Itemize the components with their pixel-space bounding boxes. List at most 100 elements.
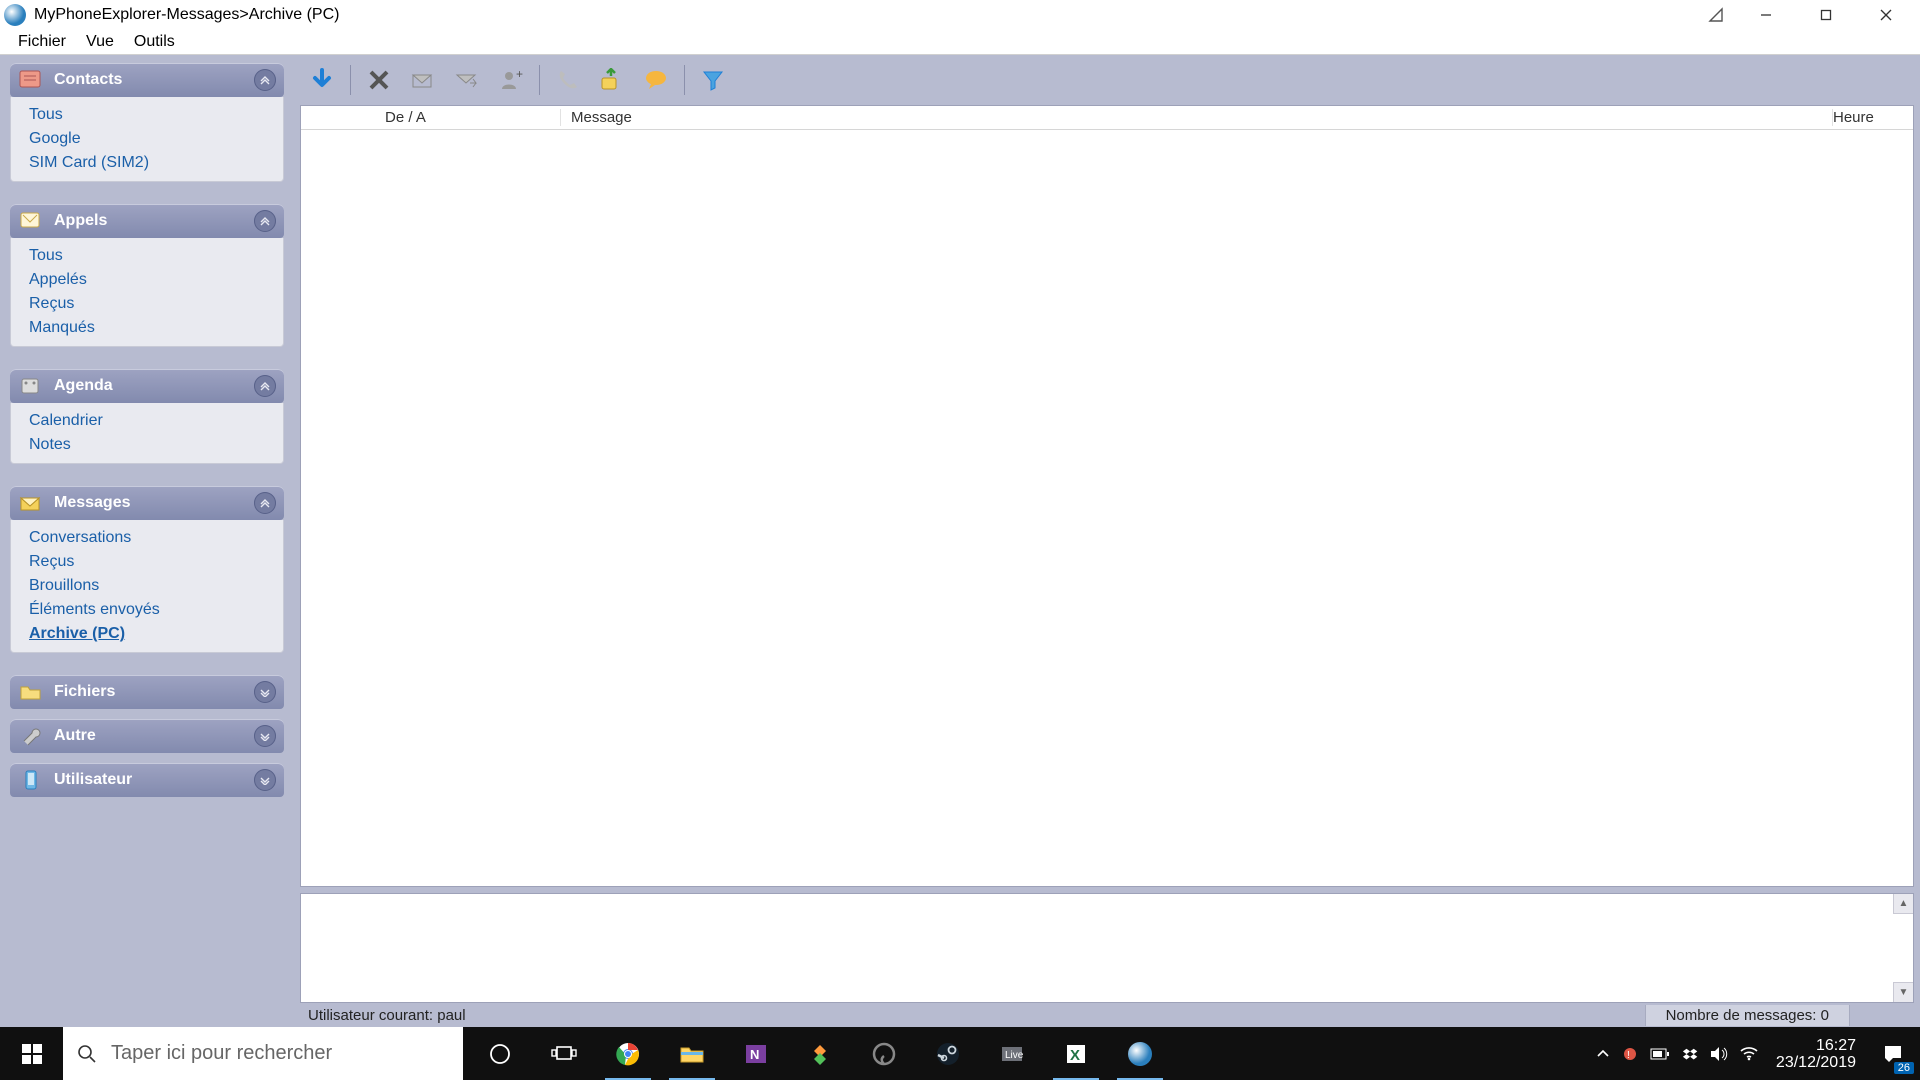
panel-header-other[interactable]: Autre [10,719,284,753]
window-maximize-button[interactable] [1796,0,1856,30]
task-cortana[interactable] [469,1027,531,1080]
menu-tools[interactable]: Outils [124,31,185,53]
wrench-icon [16,723,46,749]
add-contact-button[interactable]: + [493,62,529,98]
tray-volume-icon[interactable] [1710,1046,1728,1062]
svg-text:N: N [750,1047,759,1062]
status-user-value: paul [437,1007,465,1024]
panel-header-calls[interactable]: Appels [10,204,284,238]
task-excel[interactable]: X [1045,1027,1107,1080]
nav-calls-appeles[interactable]: Appelés [11,268,283,292]
menu-view[interactable]: Vue [76,31,124,53]
nav-msg-conversations[interactable]: Conversations [11,526,283,550]
messages-icon [16,490,46,516]
taskbar: Taper ici pour rechercher N Live X ! 16:… [0,1027,1920,1080]
window-close-button[interactable] [1856,0,1916,30]
calls-icon [16,208,46,234]
collapse-icon[interactable] [254,375,276,397]
title-app: MyPhoneExplorer [34,6,161,24]
panel-header-messages[interactable]: Messages [10,486,284,520]
nav-msg-recus[interactable]: Reçus [11,550,283,574]
collapse-icon[interactable] [254,492,276,514]
panel-calls: Appels Tous Appelés Reçus Manqués [10,204,284,347]
panel-header-agenda[interactable]: Agenda [10,369,284,403]
panel-header-user[interactable]: Utilisateur [10,763,284,797]
scroll-up-button[interactable]: ▲ [1893,894,1913,914]
folder-icon [16,679,46,705]
column-message[interactable]: Message [561,109,1833,126]
task-taskview[interactable] [533,1027,595,1080]
clock-time: 16:27 [1776,1037,1856,1054]
panel-files: Fichiers [10,675,284,709]
nav-msg-envoyes[interactable]: Éléments envoyés [11,598,283,622]
expand-icon[interactable] [254,725,276,747]
message-list[interactable]: De / A Message Heure [300,105,1914,887]
reply-button[interactable] [405,62,441,98]
panel-title: Utilisateur [54,771,132,789]
tray-chevron-icon[interactable] [1596,1047,1610,1061]
task-steam[interactable] [917,1027,979,1080]
menu-file[interactable]: Fichier [8,31,76,53]
system-tray[interactable]: ! [1588,1027,1766,1080]
clock-date: 23/12/2019 [1776,1054,1856,1071]
panel-header-contacts[interactable]: Contacts [10,63,284,97]
collapse-icon[interactable] [254,210,276,232]
expand-icon[interactable] [254,769,276,791]
tray-security-icon[interactable]: ! [1622,1046,1638,1062]
tray-battery-icon[interactable] [1650,1048,1670,1060]
nav-agenda-notes[interactable]: Notes [11,433,283,457]
agenda-icon [16,373,46,399]
search-icon [77,1044,97,1064]
taskbar-search[interactable]: Taper ici pour rechercher [63,1027,463,1080]
preview-pane[interactable]: ▲ ▼ [300,893,1914,1003]
svg-text:Live: Live [1005,1050,1024,1061]
delete-button[interactable] [361,62,397,98]
taskbar-clock[interactable]: 16:27 23/12/2019 [1766,1037,1866,1071]
call-button[interactable] [550,62,586,98]
panel-title: Fichiers [54,683,115,701]
nav-msg-brouillons[interactable]: Brouillons [11,574,283,598]
start-button[interactable] [0,1027,63,1080]
task-app-orange[interactable] [789,1027,851,1080]
tray-dropbox-icon[interactable] [1682,1046,1698,1062]
svg-text:!: ! [1627,1050,1630,1061]
svg-text:X: X [1070,1047,1080,1064]
window-minimize-button[interactable] [1736,0,1796,30]
task-explorer[interactable] [661,1027,723,1080]
nav-contacts-google[interactable]: Google [11,127,283,151]
task-live[interactable]: Live [981,1027,1043,1080]
nav-agenda-calendrier[interactable]: Calendrier [11,409,283,433]
nav-calls-tous[interactable]: Tous [11,244,283,268]
panel-user: Utilisateur [10,763,284,797]
scroll-down-button[interactable]: ▼ [1893,982,1913,1002]
nav-calls-manques[interactable]: Manqués [11,316,283,340]
expand-icon[interactable] [254,681,276,703]
notification-center[interactable]: 26 [1866,1027,1920,1080]
statusbar: Utilisateur courant: paul Nombre de mess… [294,1003,1920,1027]
download-button[interactable] [304,62,340,98]
toolbar: + [294,55,1920,105]
panel-header-files[interactable]: Fichiers [10,675,284,709]
collapse-icon[interactable] [254,69,276,91]
column-from[interactable]: De / A [381,109,561,126]
message-rows [301,130,1913,886]
column-headers: De / A Message Heure [301,106,1913,130]
nav-msg-archive[interactable]: Archive (PC) [11,622,283,646]
nav-contacts-tous[interactable]: Tous [11,103,283,127]
status-count-label: Nombre de messages: [1666,1007,1821,1024]
chat-button[interactable] [638,62,674,98]
forward-button[interactable] [449,62,485,98]
task-onenote[interactable]: N [725,1027,787,1080]
filter-button[interactable] [695,62,731,98]
task-myphoneexplorer[interactable] [1109,1027,1171,1080]
task-app-circle[interactable] [853,1027,915,1080]
contacts-icon [16,67,46,93]
column-time[interactable]: Heure [1833,109,1913,126]
tray-wifi-icon[interactable] [1740,1047,1758,1061]
task-chrome[interactable] [597,1027,659,1080]
export-button[interactable] [594,62,630,98]
nav-contacts-sim[interactable]: SIM Card (SIM2) [11,151,283,175]
nav-calls-recus[interactable]: Reçus [11,292,283,316]
svg-text:+: + [516,68,523,81]
title-sub: Archive (PC) [249,6,340,24]
